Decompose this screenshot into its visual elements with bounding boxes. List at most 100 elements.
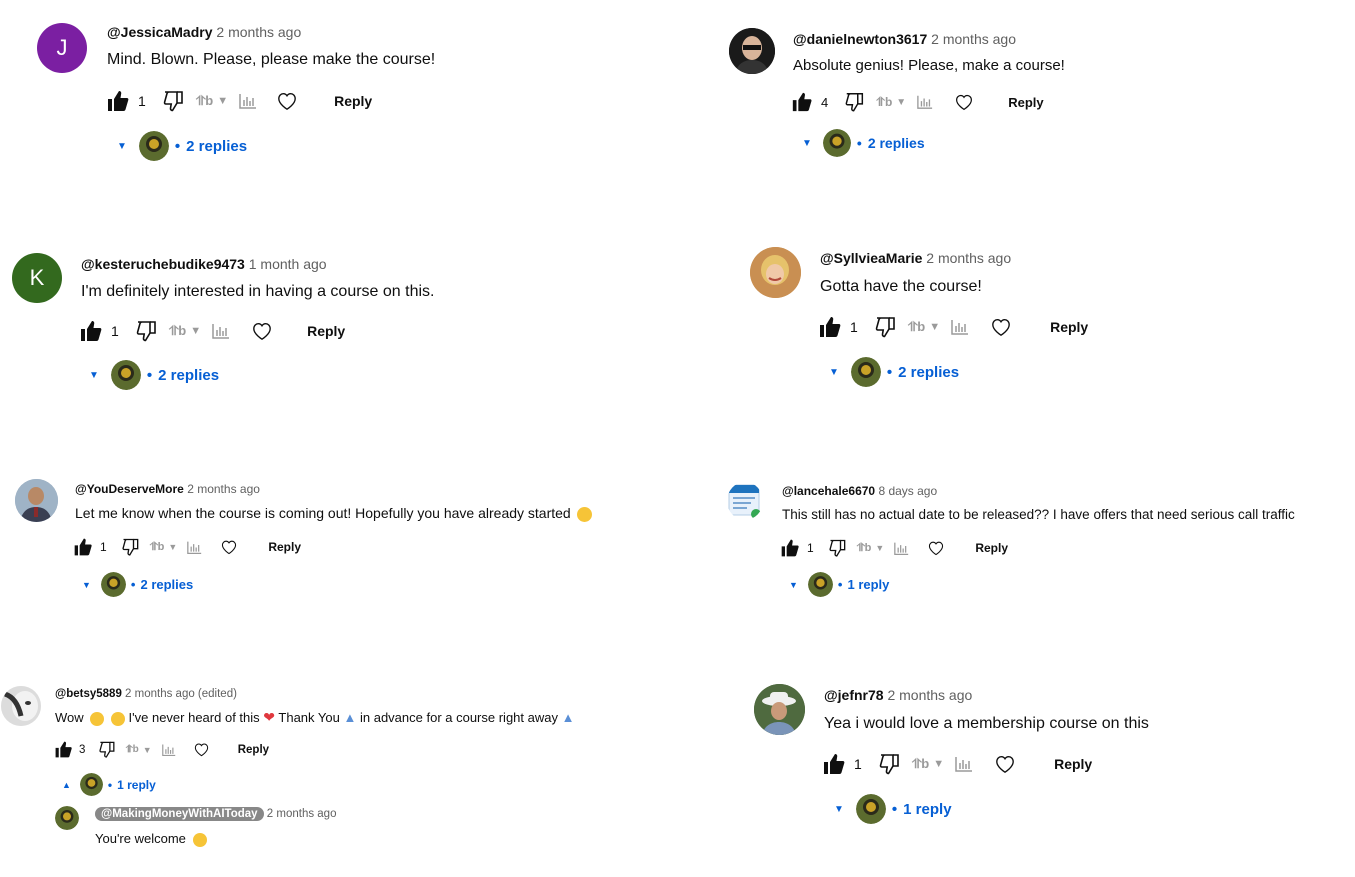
timestamp[interactable]: 2 months ago — [267, 808, 337, 820]
hide-replies-toggle[interactable]: ▲ • 1 reply — [62, 773, 156, 796]
author-name[interactable]: @JessicaMadry — [107, 24, 213, 40]
comment-text-part: Thank You — [278, 710, 340, 725]
timestamp[interactable]: 2 months ago — [216, 24, 301, 40]
replies-count: 2 replies — [158, 366, 220, 384]
stats-icon[interactable] — [161, 743, 177, 757]
author-name[interactable]: @jefnr78 — [824, 687, 884, 703]
heart-icon[interactable] — [220, 539, 238, 555]
like-icon[interactable] — [54, 740, 73, 759]
stats-icon[interactable] — [916, 94, 934, 110]
dropdown-arrow-icon[interactable]: ▼ — [929, 321, 940, 333]
dislike-icon[interactable] — [121, 537, 141, 557]
dropdown-arrow-icon[interactable]: ▼ — [168, 542, 177, 552]
like-icon[interactable] — [106, 89, 130, 113]
author-name[interactable]: @lancehale6670 — [782, 484, 875, 498]
avatar[interactable] — [729, 28, 775, 74]
timestamp[interactable]: 2 months ago — [931, 31, 1016, 47]
like-icon[interactable] — [822, 752, 846, 776]
reply-author-avatar[interactable] — [55, 806, 79, 830]
reply-button[interactable]: Reply — [975, 541, 1008, 555]
timestamp[interactable]: 2 months ago — [187, 482, 260, 496]
author-name[interactable]: @YouDeserveMore — [75, 482, 184, 496]
author-name[interactable]: @SyllvieaMarie — [820, 250, 922, 266]
translate-icon[interactable]: ⥣b — [908, 319, 925, 335]
like-count: 1 — [807, 541, 814, 555]
stats-icon[interactable] — [950, 318, 970, 336]
heart-icon[interactable] — [994, 754, 1016, 774]
creator-handle-badge[interactable]: @MakingMoneyWithAIToday — [95, 807, 264, 821]
translate-icon[interactable]: ⥣b — [150, 541, 165, 554]
chevron-down-icon: ▼ — [89, 369, 99, 381]
avatar[interactable] — [754, 684, 805, 735]
like-count: 1 — [854, 756, 862, 772]
stats-icon[interactable] — [186, 540, 203, 555]
view-replies-toggle[interactable]: ▼ • 1 reply — [834, 794, 952, 824]
view-replies-toggle[interactable]: ▼ • 2 replies — [82, 572, 193, 597]
avatar[interactable]: J — [37, 23, 87, 73]
comment-actions: 1 ⥣b ▼ Reply — [73, 537, 301, 557]
reply-button[interactable]: Reply — [1008, 95, 1043, 110]
translate-icon[interactable]: ⥣b — [857, 542, 872, 555]
dropdown-arrow-icon[interactable]: ▼ — [875, 543, 884, 553]
reply-button[interactable]: Reply — [268, 540, 301, 554]
dislike-icon[interactable] — [98, 740, 117, 759]
translate-icon[interactable]: ⥣b — [125, 744, 138, 755]
timestamp[interactable]: 1 month ago — [249, 256, 327, 272]
view-replies-toggle[interactable]: ▼ • 2 replies — [802, 129, 925, 157]
avatar[interactable] — [1, 686, 41, 726]
like-icon[interactable] — [73, 537, 93, 557]
dislike-icon[interactable] — [828, 538, 848, 558]
heart-icon[interactable] — [927, 540, 945, 556]
avatar-letter: J — [56, 35, 68, 60]
like-icon[interactable] — [791, 91, 813, 113]
reply-button[interactable]: Reply — [307, 323, 345, 339]
timestamp[interactable]: 2 months ago — [926, 250, 1011, 266]
view-replies-toggle[interactable]: ▼ • 2 replies — [89, 360, 219, 390]
reply-button[interactable]: Reply — [334, 93, 372, 109]
heart-icon[interactable] — [276, 91, 298, 111]
like-icon[interactable] — [79, 319, 103, 343]
stats-icon[interactable] — [238, 92, 258, 110]
reply-button[interactable]: Reply — [1054, 756, 1092, 772]
view-replies-toggle[interactable]: ▼ • 1 reply — [789, 572, 889, 597]
stats-icon[interactable] — [954, 755, 974, 773]
dropdown-arrow-icon[interactable]: ▼ — [190, 325, 201, 337]
translate-icon[interactable]: ⥣b — [169, 323, 186, 339]
stats-icon[interactable] — [893, 541, 910, 556]
stats-icon[interactable] — [211, 322, 231, 340]
dislike-icon[interactable] — [874, 315, 898, 339]
like-icon[interactable] — [780, 538, 800, 558]
heart-icon[interactable] — [193, 742, 210, 757]
dropdown-arrow-icon[interactable]: ▼ — [143, 745, 152, 755]
dislike-icon[interactable] — [135, 319, 159, 343]
heart-icon[interactable] — [251, 321, 273, 341]
avatar[interactable] — [750, 247, 801, 298]
translate-icon[interactable]: ⥣b — [196, 93, 213, 109]
dropdown-arrow-icon[interactable]: ▼ — [896, 97, 906, 108]
author-name[interactable]: @betsy5889 — [55, 688, 122, 700]
view-replies-toggle[interactable]: ▼ • 2 replies — [117, 131, 247, 161]
dislike-icon[interactable] — [878, 752, 902, 776]
timestamp[interactable]: 2 months ago — [887, 687, 972, 703]
dislike-icon[interactable] — [162, 89, 186, 113]
author-name[interactable]: @danielnewton3617 — [793, 31, 927, 47]
dropdown-arrow-icon[interactable]: ▼ — [217, 95, 228, 107]
heart-icon[interactable] — [990, 317, 1012, 337]
translate-icon[interactable]: ⥣b — [876, 95, 892, 110]
timestamp[interactable]: 2 months ago (edited) — [125, 688, 237, 700]
dropdown-arrow-icon[interactable]: ▼ — [933, 758, 944, 770]
translate-icon[interactable]: ⥣b — [912, 756, 929, 772]
replier-avatar — [110, 360, 141, 390]
chevron-down-icon: ▼ — [829, 366, 839, 378]
heart-icon[interactable] — [954, 93, 974, 111]
view-replies-toggle[interactable]: ▼ • 2 replies — [829, 357, 959, 387]
dislike-icon[interactable] — [844, 91, 866, 113]
avatar[interactable] — [15, 479, 58, 522]
author-name[interactable]: @kesteruchebudike9473 — [81, 256, 245, 272]
avatar[interactable]: K — [12, 253, 62, 303]
reply-button[interactable]: Reply — [238, 744, 269, 756]
reply-button[interactable]: Reply — [1050, 319, 1088, 335]
avatar[interactable] — [727, 482, 763, 520]
like-icon[interactable] — [818, 315, 842, 339]
timestamp[interactable]: 8 days ago — [878, 484, 937, 498]
